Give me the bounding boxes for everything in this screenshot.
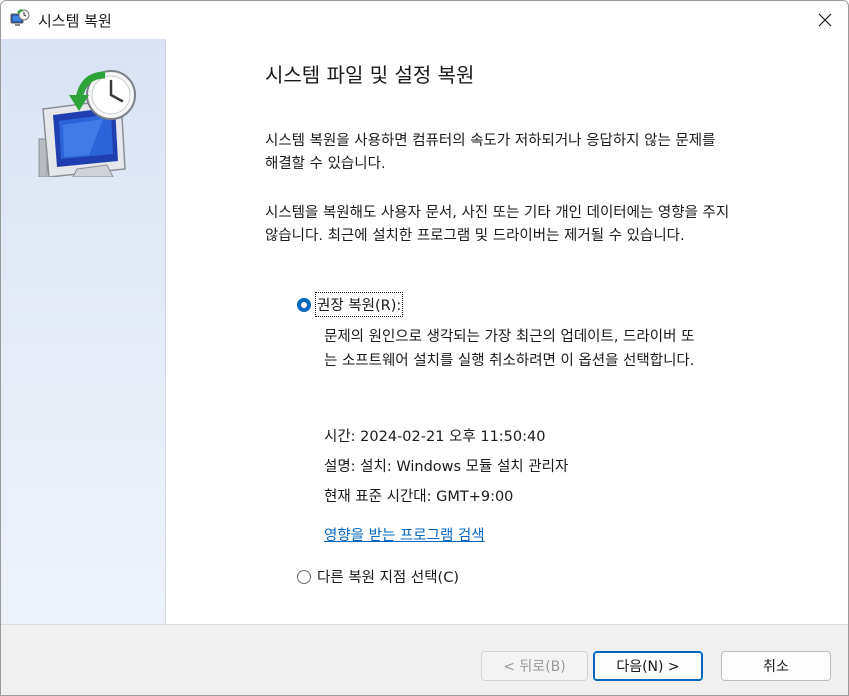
system-restore-hero-icon bbox=[38, 70, 136, 177]
recommended-restore-option[interactable]: 권장 복원(R): bbox=[297, 292, 404, 317]
intro-paragraph: 시스템 복원을 사용하면 컴퓨터의 속도가 저하되거나 응답하지 않는 문제를 … bbox=[265, 130, 825, 176]
window-title: 시스템 복원 bbox=[38, 12, 112, 30]
restore-point-description: 설명: 설치: Windows 모듈 설치 관리자 bbox=[324, 459, 569, 475]
restore-point-time: 시간: 2024-02-21 오후 11:50:40 bbox=[324, 429, 546, 445]
cancel-button[interactable]: 취소 bbox=[721, 651, 831, 681]
notice-line-1: 시스템을 복원해도 사용자 문서, 사진 또는 기타 개인 데이터에는 영향을 … bbox=[265, 205, 730, 221]
side-panel bbox=[1, 39, 166, 624]
recommended-restore-radio[interactable] bbox=[297, 297, 311, 312]
notice-line-2: 않습니다. 최근에 설치한 프로그램 및 드라이버는 제거될 수 있습니다. bbox=[265, 228, 685, 244]
data-notice-paragraph: 시스템을 복원해도 사용자 문서, 사진 또는 기타 개인 데이터에는 영향을 … bbox=[265, 202, 825, 248]
next-button[interactable]: 다음(N) > bbox=[593, 651, 703, 681]
button-footer: < 뒤로(B) 다음(N) > 취소 bbox=[1, 624, 848, 695]
content-area: 시스템 파일 및 설정 복원 시스템 복원을 사용하면 컴퓨터의 속도가 저하되… bbox=[166, 39, 848, 624]
system-restore-window: 시스템 복원 시스템 파일 및 설정 복원 시스템 복원을 사용하면 컴퓨터의 … bbox=[0, 0, 849, 696]
choose-restore-point-label[interactable]: 다른 복원 지점 선택(C) bbox=[317, 566, 459, 587]
title-bar: 시스템 복원 bbox=[1, 1, 848, 38]
close-button[interactable] bbox=[802, 1, 848, 38]
system-restore-icon bbox=[10, 9, 30, 26]
recommended-restore-label[interactable]: 권장 복원(R): bbox=[314, 292, 404, 317]
scan-affected-programs-link[interactable]: 영향을 받는 프로그램 검색 bbox=[324, 524, 485, 545]
choose-restore-point-option[interactable]: 다른 복원 지점 선택(C) bbox=[297, 566, 459, 587]
recommended-restore-description: 문제의 원인으로 생각되는 가장 최근의 업데이트, 드라이버 또 는 소프트웨… bbox=[324, 325, 764, 373]
recommended-desc-line-2: 는 소프트웨어 설치를 실행 취소하려면 이 옵션을 선택합니다. bbox=[324, 353, 695, 369]
back-button[interactable]: < 뒤로(B) bbox=[481, 651, 588, 681]
restore-point-timezone: 현재 표준 시간대: GMT+9:00 bbox=[324, 489, 514, 505]
choose-restore-point-radio[interactable] bbox=[297, 569, 311, 584]
intro-line-1: 시스템 복원을 사용하면 컴퓨터의 속도가 저하되거나 응답하지 않는 문제를 bbox=[265, 133, 716, 149]
intro-line-2: 해결할 수 있습니다. bbox=[265, 156, 386, 172]
recommended-desc-line-1: 문제의 원인으로 생각되는 가장 최근의 업데이트, 드라이버 또 bbox=[324, 329, 695, 345]
page-heading: 시스템 파일 및 설정 복원 bbox=[265, 63, 475, 87]
close-icon bbox=[818, 13, 832, 26]
